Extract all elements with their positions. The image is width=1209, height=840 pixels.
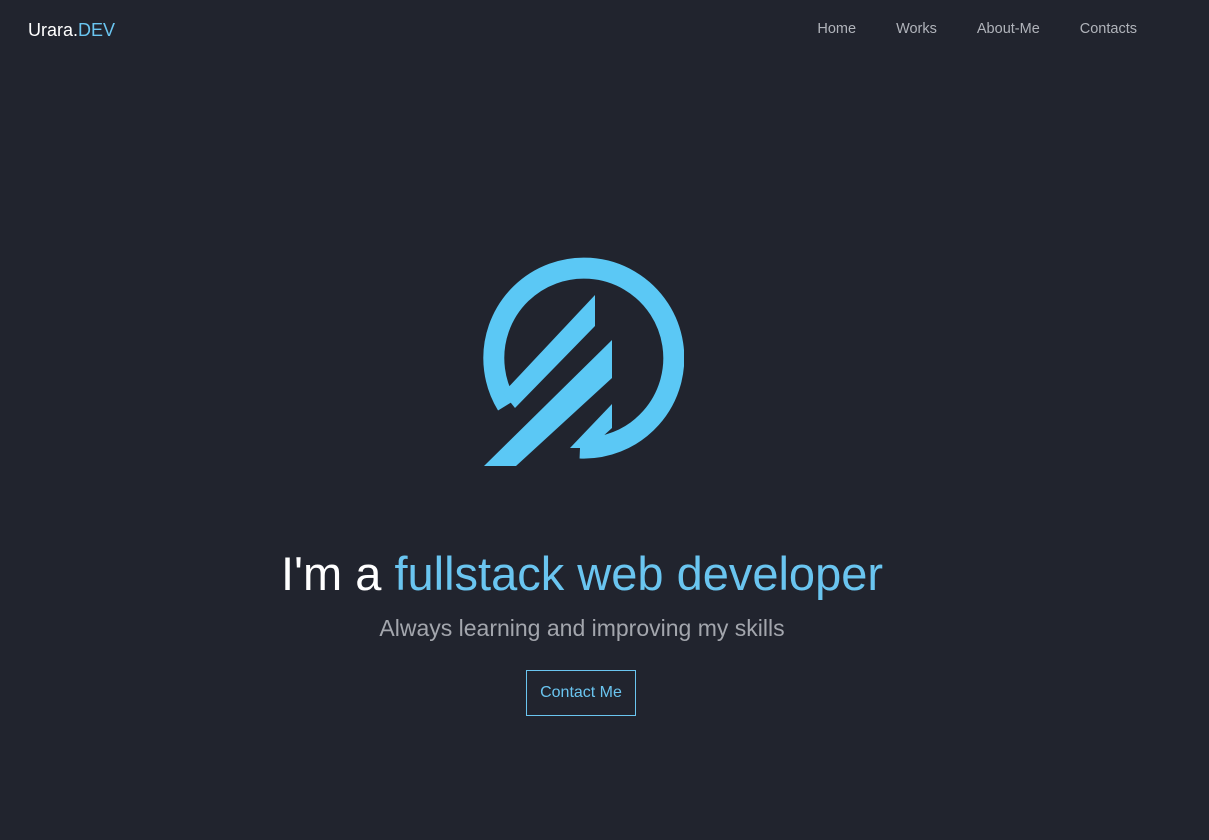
nav-home[interactable]: Home bbox=[817, 19, 856, 39]
nav-contacts[interactable]: Contacts bbox=[1080, 19, 1137, 39]
brand-suffix: DEV bbox=[78, 20, 116, 40]
brand-logo-text[interactable]: Urara.DEV bbox=[28, 19, 115, 41]
hero-subtitle: Always learning and improving my skills bbox=[379, 615, 785, 641]
nav-works[interactable]: Works bbox=[896, 19, 937, 39]
brand-name: Urara. bbox=[28, 20, 79, 40]
hero-headline: I'm a fullstack web developer bbox=[0, 546, 1164, 602]
headline-accent: fullstack web developer bbox=[394, 547, 883, 600]
contact-me-button[interactable]: Contact Me bbox=[526, 670, 636, 716]
headline-prefix: I'm a bbox=[281, 547, 395, 600]
nav-about-me[interactable]: About-Me bbox=[977, 19, 1040, 39]
main-nav: Home Works About-Me Contacts bbox=[817, 19, 1137, 39]
circular-slash-logo-icon bbox=[483, 257, 684, 466]
